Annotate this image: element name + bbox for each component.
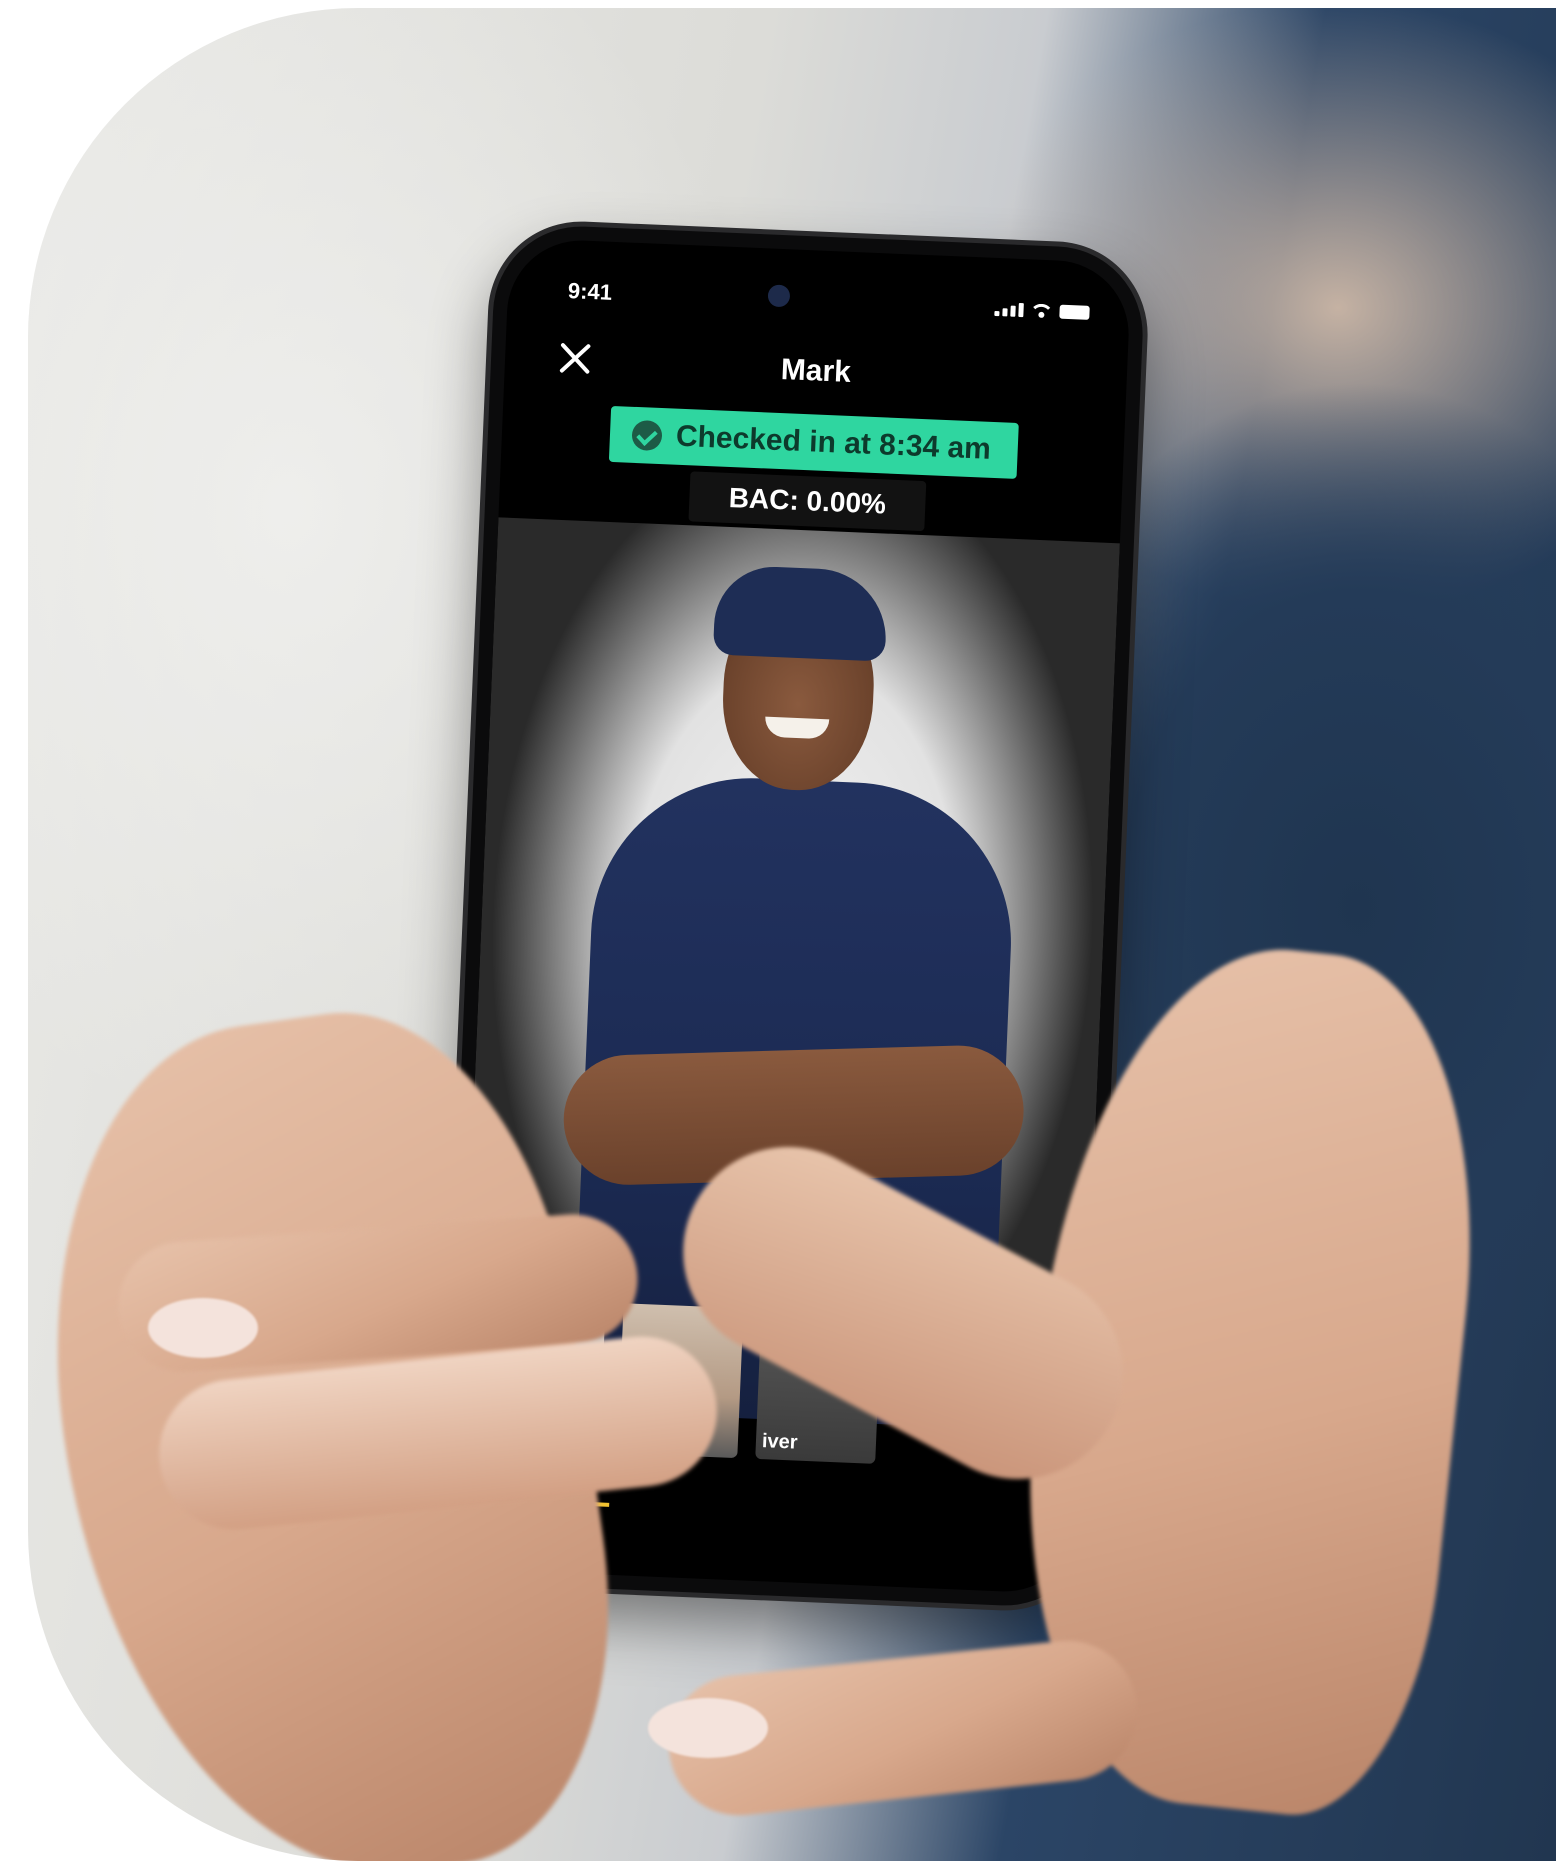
fingernail [148,1298,258,1358]
status-icons [994,302,1090,320]
wifi-icon [1031,303,1052,318]
page-title: Mark [780,353,852,389]
check-circle-icon [631,419,663,452]
status-time: 9:41 [567,278,613,305]
front-camera [767,284,791,308]
thumbnail-name: iver [761,1430,799,1454]
person-cap [712,564,889,662]
fingernail [648,1698,768,1758]
checkin-status-badge: Checked in at 8:34 am [608,405,1019,479]
photo-card: 9:41 Mark Checked in at 8:34 am BAC: 0.0… [28,8,1556,1861]
signal-icon [994,302,1024,318]
bac-reading: BAC: 0.00% [688,471,927,532]
battery-icon [1059,304,1090,320]
checkin-text: Checked in at 8:34 am [675,419,992,466]
